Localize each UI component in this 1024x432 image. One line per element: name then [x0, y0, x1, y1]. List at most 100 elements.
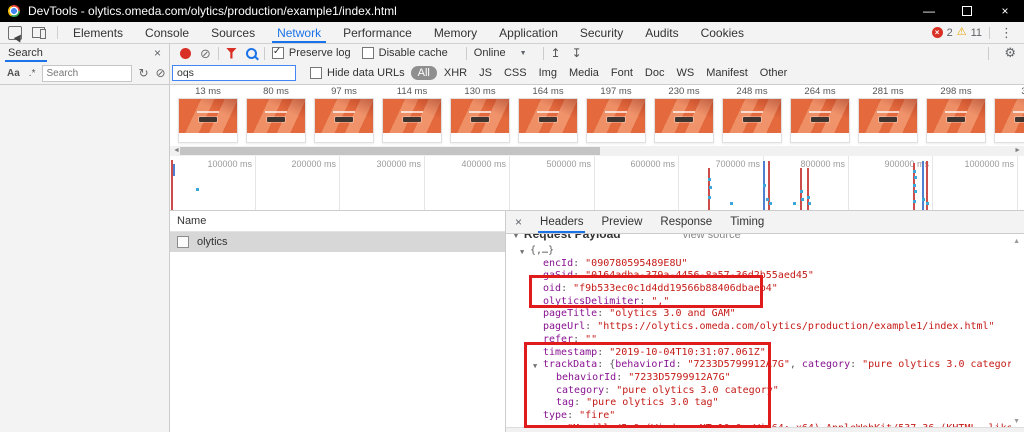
search-icon[interactable] [246, 48, 257, 59]
disclosure-triangle-icon[interactable]: ▼ [512, 234, 520, 240]
filter-type-manifest[interactable]: Manifest [701, 66, 753, 80]
disable-cache-label[interactable]: Disable cache [379, 47, 448, 59]
tab-network[interactable]: Network [266, 22, 332, 43]
overview-event-dot [801, 198, 804, 201]
page-screenshot [383, 99, 441, 133]
filter-type-xhr[interactable]: XHR [439, 66, 472, 80]
tab-sources[interactable]: Sources [200, 22, 266, 43]
preserve-log-checkbox[interactable] [272, 47, 284, 59]
disable-cache-checkbox[interactable] [362, 47, 374, 59]
overview-event-dot [808, 202, 811, 205]
filmstrip-frame[interactable]: 230 ms [654, 85, 714, 146]
import-har-icon[interactable]: ↥ [551, 46, 561, 60]
filmstrip-scrollbar[interactable]: ◄ ► [170, 146, 1024, 156]
devtools-tab-bar: ElementsConsoleSourcesNetworkPerformance… [0, 22, 1024, 44]
filter-type-other[interactable]: Other [755, 66, 793, 80]
tab-application[interactable]: Application [488, 22, 569, 43]
preserve-log-label[interactable]: Preserve log [289, 47, 351, 59]
name-column-header[interactable]: Name [170, 211, 505, 232]
page-screenshot [723, 99, 781, 133]
inspect-element-icon[interactable] [8, 26, 22, 40]
record-button[interactable] [180, 48, 191, 59]
filmstrip-frame[interactable]: 298 ms [926, 85, 986, 146]
filmstrip-frame[interactable]: 164 ms [518, 85, 578, 146]
page-screenshot [791, 99, 849, 133]
filmstrip-frame[interactable]: 281 ms [858, 85, 918, 146]
filter-type-css[interactable]: CSS [499, 66, 532, 80]
hide-data-urls-checkbox[interactable] [310, 67, 322, 79]
search-input[interactable] [42, 65, 132, 82]
device-toolbar-icon[interactable] [32, 27, 45, 38]
scroll-right-icon[interactable]: ► [1014, 147, 1021, 155]
filter-type-media[interactable]: Media [564, 66, 604, 80]
network-overview-timeline[interactable]: 100000 ms200000 ms300000 ms400000 ms5000… [170, 156, 1024, 211]
filmstrip-frame[interactable]: 130 ms [450, 85, 510, 146]
frame-thumbnail [246, 98, 306, 143]
filter-type-img[interactable]: Img [534, 66, 562, 80]
tab-cookies[interactable]: Cookies [690, 22, 755, 43]
filter-icon[interactable] [226, 48, 237, 59]
details-tab-timing[interactable]: Timing [721, 211, 773, 233]
close-button[interactable]: × [986, 0, 1024, 22]
warning-badge-icon[interactable]: ⚠ [957, 27, 967, 38]
frame-timestamp: 248 ms [722, 86, 782, 98]
overview-event-dot [709, 186, 712, 189]
overview-event-dot [800, 190, 803, 193]
payload-line: pageTitle: "olytics 3.0 and GAM" [506, 308, 1011, 321]
filter-type-doc[interactable]: Doc [640, 66, 670, 80]
search-tab[interactable]: Search [8, 47, 43, 59]
filmstrip-frame[interactable]: 264 ms [790, 85, 850, 146]
frame-timestamp: 80 ms [246, 86, 306, 98]
request-row-olytics[interactable]: olytics [170, 232, 505, 252]
regex-button[interactable]: .* [29, 68, 36, 79]
details-tab-preview[interactable]: Preview [592, 211, 651, 233]
page-screenshot [519, 99, 577, 133]
tab-elements[interactable]: Elements [62, 22, 134, 43]
filter-type-js[interactable]: JS [474, 66, 497, 80]
scroll-up-icon[interactable]: ▲ [1013, 238, 1020, 245]
tab-audits[interactable]: Audits [634, 22, 689, 43]
scroll-down-icon[interactable]: ▼ [1013, 418, 1020, 425]
clear-network-log-icon[interactable]: ⊘ [200, 47, 211, 60]
filmstrip-frame[interactable]: 97 ms [314, 85, 374, 146]
filter-type-font[interactable]: Font [606, 66, 638, 80]
refresh-icon[interactable]: ↻ [138, 66, 148, 80]
close-details-icon[interactable]: × [515, 215, 522, 229]
tab-security[interactable]: Security [569, 22, 634, 43]
scroll-left-icon[interactable]: ◄ [173, 147, 180, 155]
scrollbar-thumb[interactable] [180, 147, 600, 155]
gear-icon[interactable]: ⚙ [1004, 45, 1016, 61]
throttling-select[interactable]: Online [474, 47, 506, 59]
tab-console[interactable]: Console [134, 22, 200, 43]
restore-button[interactable] [948, 0, 986, 22]
filter-input[interactable] [172, 65, 296, 81]
error-badge-icon[interactable]: × [932, 27, 943, 38]
tab-memory[interactable]: Memory [423, 22, 488, 43]
view-source-link[interactable]: view source [683, 234, 741, 241]
hide-data-urls-label[interactable]: Hide data URLs [327, 67, 405, 79]
tab-performance[interactable]: Performance [332, 22, 423, 43]
details-tab-response[interactable]: Response [651, 211, 721, 233]
filmstrip-frame[interactable]: 114 ms [382, 85, 442, 146]
match-case-button[interactable]: Aa [7, 68, 20, 79]
frame-timestamp: 164 ms [518, 86, 578, 98]
minimize-button[interactable]: — [910, 0, 948, 22]
page-screenshot [451, 99, 509, 133]
filter-type-ws[interactable]: WS [671, 66, 699, 80]
filmstrip-frame[interactable]: 197 ms [586, 85, 646, 146]
details-tab-headers[interactable]: Headers [531, 211, 592, 233]
filmstrip-frame[interactable]: 80 ms [246, 85, 306, 146]
clear-search-icon[interactable]: ⊘ [156, 66, 166, 80]
filmstrip-frame[interactable]: 13 ms [178, 85, 238, 146]
annotation-box-oid [529, 275, 763, 308]
overview-event-dot [807, 196, 810, 199]
filmstrip-frame[interactable]: 248 ms [722, 85, 782, 146]
filmstrip-frame[interactable]: 3 [994, 85, 1024, 146]
export-har-icon[interactable]: ↧ [572, 46, 582, 60]
close-search-icon[interactable]: × [154, 46, 161, 60]
gridline [594, 156, 595, 211]
chevron-down-icon[interactable]: ▼ [520, 50, 527, 57]
frame-thumbnail [790, 98, 850, 143]
filter-type-all[interactable]: All [411, 66, 437, 80]
more-options-icon[interactable]: ⋮ [997, 25, 1016, 41]
